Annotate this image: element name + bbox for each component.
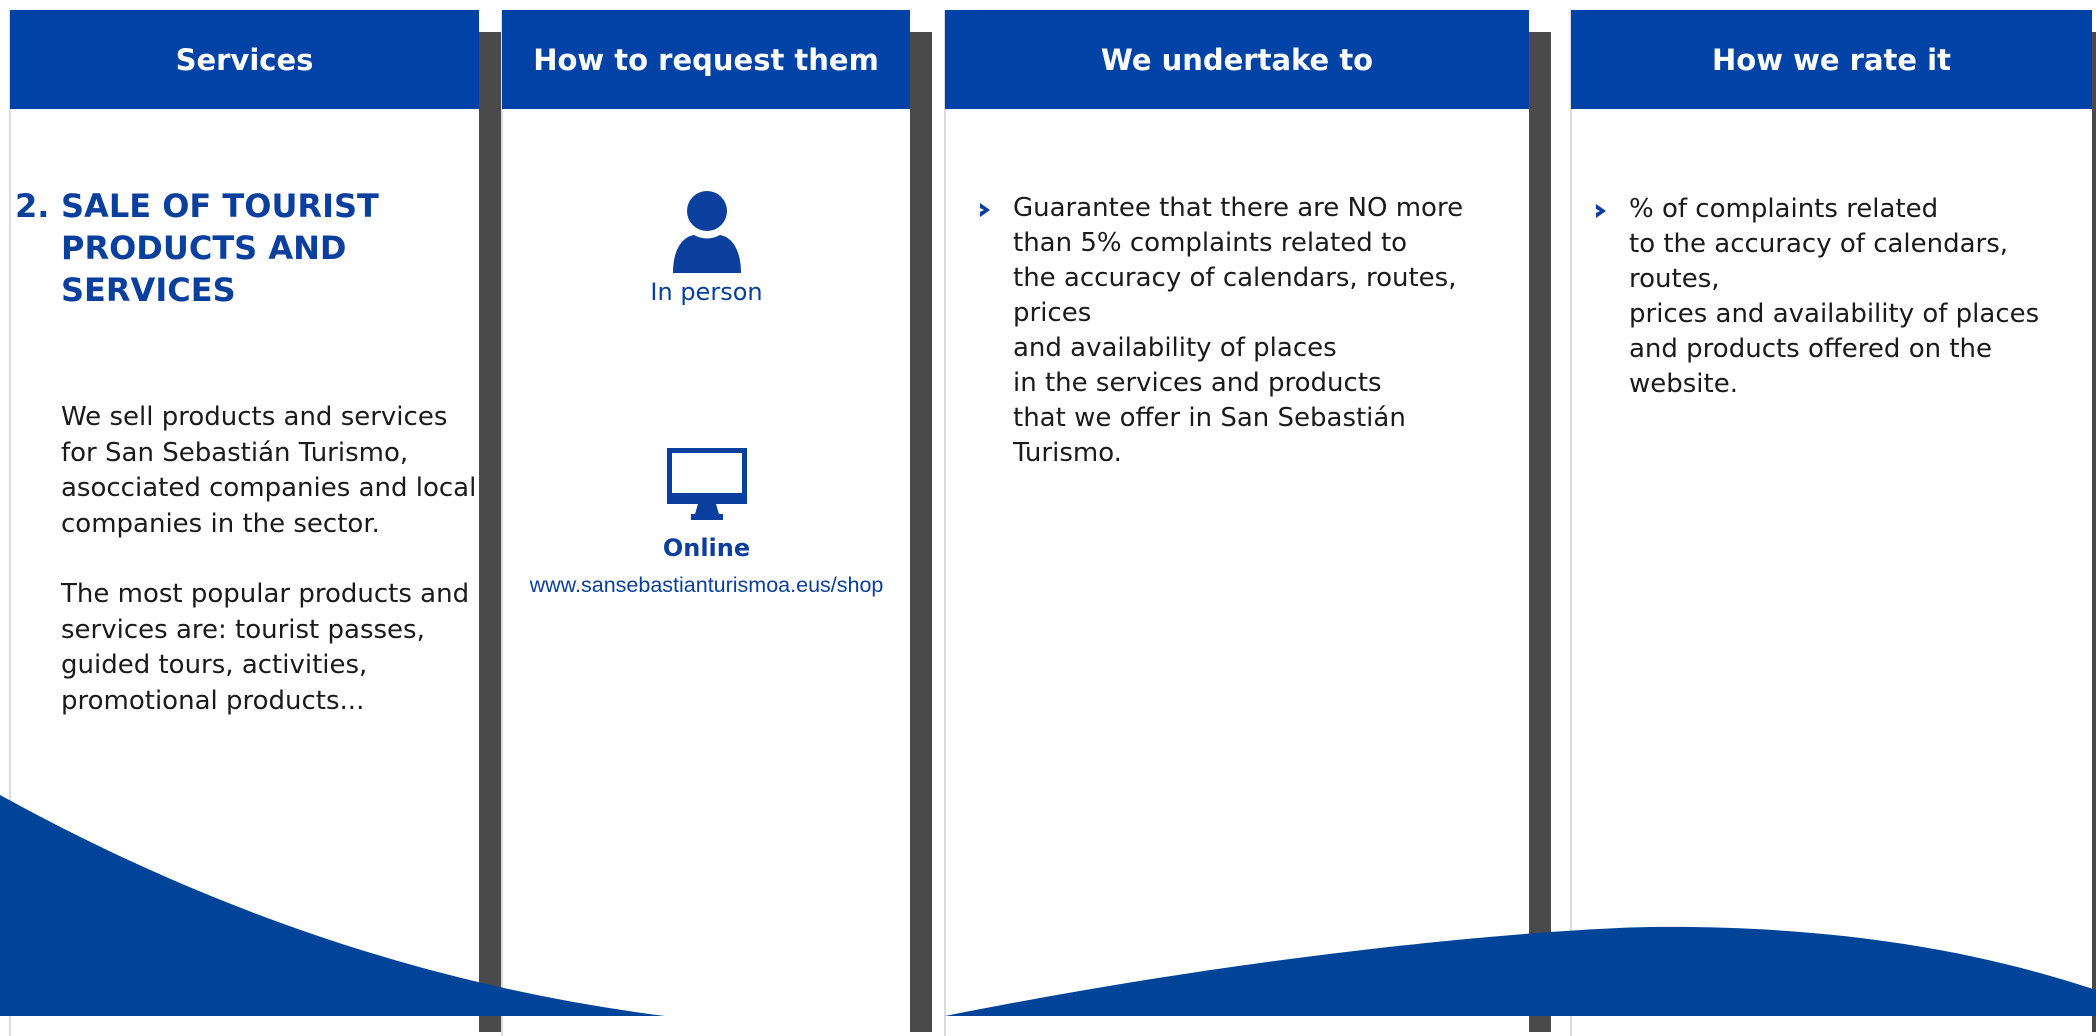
decorative-wave (0, 795, 2096, 1016)
